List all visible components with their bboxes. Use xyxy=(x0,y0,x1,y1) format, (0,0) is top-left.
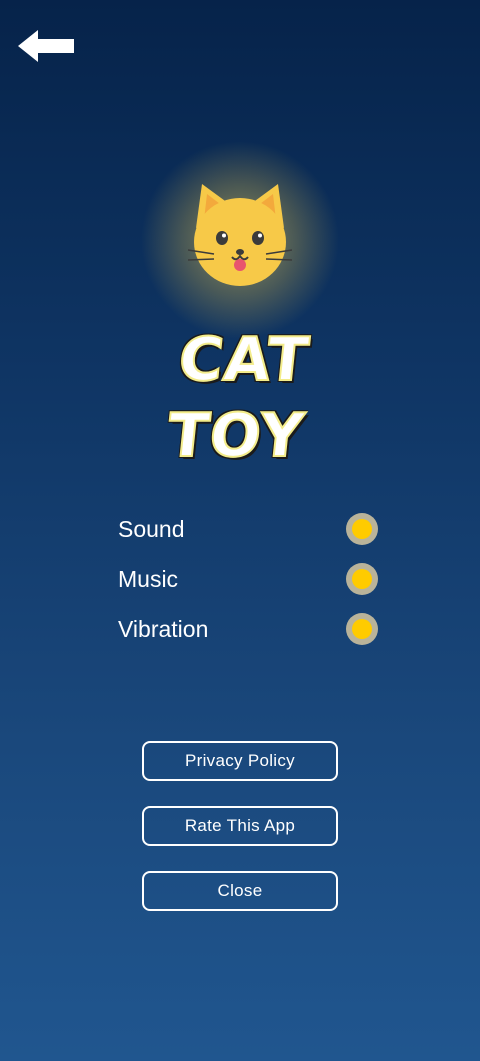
close-button[interactable]: Close xyxy=(142,871,338,911)
setting-music: Music xyxy=(118,559,380,599)
setting-vibration: Vibration xyxy=(118,609,380,649)
toggle-knob xyxy=(352,519,372,539)
arrow-left-icon xyxy=(18,30,74,62)
vibration-toggle[interactable] xyxy=(346,613,378,645)
app-title: CAT TOY xyxy=(163,324,313,472)
setting-vibration-label: Vibration xyxy=(118,616,209,642)
app-logo: CAT TOY xyxy=(100,322,380,472)
privacy-policy-button[interactable]: Privacy Policy xyxy=(142,741,338,781)
sound-toggle[interactable] xyxy=(346,513,378,545)
setting-sound: Sound xyxy=(118,509,380,549)
setting-music-label: Music xyxy=(118,566,179,592)
back-button[interactable] xyxy=(16,26,76,66)
music-toggle[interactable] xyxy=(346,563,378,595)
cat-face-icon xyxy=(188,184,292,286)
toggle-knob xyxy=(352,569,372,589)
setting-sound-label: Sound xyxy=(118,516,185,542)
rate-app-button[interactable]: Rate This App xyxy=(142,806,338,846)
toggle-knob xyxy=(352,619,372,639)
